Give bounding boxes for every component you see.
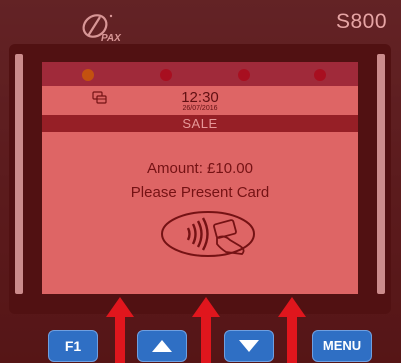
status-bar <box>42 62 358 86</box>
info-row: 12:30 26/07/2016 <box>42 86 358 116</box>
clock-time: 12:30 <box>181 89 219 106</box>
amount-text: Amount: £10.00 <box>147 160 253 177</box>
terminal-screen: 12:30 26/07/2016 SALE Amount: £10.00 Ple… <box>42 62 358 294</box>
status-led-3 <box>238 69 250 81</box>
contactless-icon <box>161 211 255 257</box>
f1-key[interactable]: F1 <box>48 330 98 362</box>
pointer-arrow-3 <box>278 297 306 363</box>
up-key[interactable] <box>137 330 187 362</box>
svg-text:PAX: PAX <box>101 33 122 44</box>
pointer-arrow-2 <box>192 297 220 363</box>
right-side-strip <box>377 54 385 294</box>
menu-key[interactable]: MENU <box>312 330 372 362</box>
clock-date: 26/07/2016 <box>182 105 218 112</box>
pointer-arrow-1 <box>106 297 134 363</box>
model-label: S800 <box>335 10 387 33</box>
transaction-title: SALE <box>42 115 358 132</box>
up-arrow-icon <box>152 340 172 352</box>
left-side-strip <box>15 54 23 294</box>
status-led-2 <box>160 69 172 81</box>
down-arrow-icon <box>239 340 259 352</box>
status-led-1 <box>82 69 94 81</box>
present-card-prompt: Please Present Card <box>130 184 270 201</box>
down-key[interactable] <box>224 330 274 362</box>
status-led-4 <box>314 69 326 81</box>
payment-terminal: PAX S800 12:30 26/07/2016 SALE Amount: £… <box>0 0 401 363</box>
pax-logo: PAX <box>82 14 122 44</box>
